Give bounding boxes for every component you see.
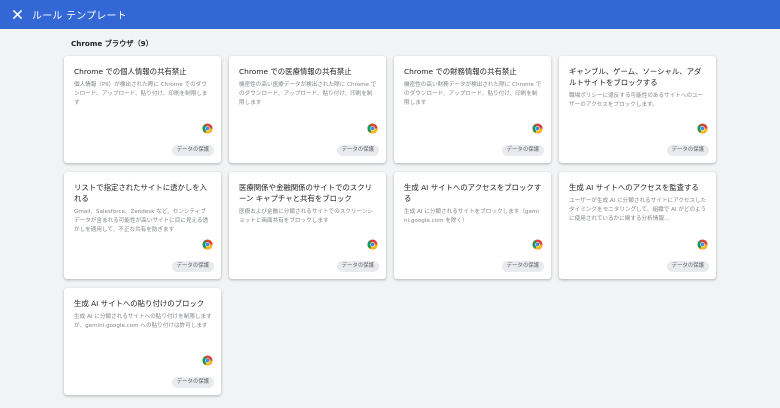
template-card-paste-genai[interactable]: 生成 AI サイトへの貼り付けのブロック 生成 AI に分類されるサイトへの貼り… [64,288,221,395]
chrome-icon [697,239,708,250]
chrome-icon [697,123,708,134]
card-title: Chrome での財務情報の共有禁止 [404,67,517,76]
template-card-watermark[interactable]: リストで指定されたサイトに透かしを入れる Gmail、Salesforce、Ze… [64,172,221,279]
chrome-icon [202,239,213,250]
chrome-icon [202,123,213,134]
card-description: 職場ポリシーに違反する可能性のあるサイトへのユーザーのアクセスをブロックします。 [569,93,704,108]
section-heading: Chrome ブラウザ（9） [71,39,153,48]
card-description: ユーザーが生成 AI に分類されるサイトにアクセスしたタイミングをモニタリングし… [569,198,707,222]
card-title: リストで指定されたサイトに透かしを入れる [74,183,208,203]
page-title: ルール テンプレート [32,11,127,22]
template-card-audit-genai[interactable]: 生成 AI サイトへのアクセスを監査する ユーザーが生成 AI に分類されるサイ… [559,172,716,279]
card-description: 機密性の高い財務データが検出された際に Chrome でのダウンロード、アップロ… [404,82,542,106]
card-title: 医療関係や金融関係のサイトでのスクリーン キャプチャと共有をブロック [239,183,373,203]
category-badge: データの保護 [666,145,709,156]
chrome-icon [367,239,378,250]
template-card-financial[interactable]: Chrome での財務情報の共有禁止 機密性の高い財務データが検出された際に C… [394,56,551,163]
card-title: ギャンブル、ゲーム、ソーシャル、アダルトサイトをブロックする [569,67,702,87]
close-button[interactable] [10,8,24,22]
category-badge: データの保護 [501,145,544,156]
template-card-pii[interactable]: Chrome での個人情報の共有禁止 個人情報（PII）が検出された際に Chr… [64,56,221,163]
category-badge: データの保護 [171,261,214,272]
template-card-screen-capture[interactable]: 医療関係や金融関係のサイトでのスクリーン キャプチャと共有をブロック 医療および… [229,172,386,279]
card-description: 医療および金融に分類されるサイトでのスクリーンショットと画面共有をブロックします [239,209,373,224]
template-card-block-genai[interactable]: 生成 AI サイトへのアクセスをブロックする 生成 AI に分類されるサイトをブ… [394,172,551,279]
category-badge: データの保護 [336,261,379,272]
category-badge: データの保護 [501,261,544,272]
card-description: 個人情報（PII）が検出された際に Chrome でのダウンロード、アップロード… [74,82,208,106]
category-badge: データの保護 [171,377,214,388]
header-bar: ルール テンプレート [0,0,780,29]
card-title: 生成 AI サイトへのアクセスをブロックする [404,183,542,203]
card-title: Chrome での個人情報の共有禁止 [74,67,187,76]
chrome-icon [532,239,543,250]
card-description: 生成 AI に分類されるサイトをブロックします（gemini.google.co… [404,209,539,224]
close-icon [12,10,22,19]
category-badge: データの保護 [336,145,379,156]
category-badge: データの保護 [666,261,709,272]
template-card-block-sites[interactable]: ギャンブル、ゲーム、ソーシャル、アダルトサイトをブロックする 職場ポリシーに違反… [559,56,716,163]
card-description: Gmail、Salesforce、Zendesk など、センシティブ データが含… [74,209,209,233]
card-description: 機密性の高い医療データが検出された際に Chrome でのダウンロード、アップロ… [239,82,377,106]
card-title: 生成 AI サイトへの貼り付けのブロック [74,299,205,308]
category-badge: データの保護 [171,145,214,156]
chrome-icon [202,355,213,366]
card-title: Chrome での医療情報の共有禁止 [239,67,352,76]
card-title: 生成 AI サイトへのアクセスを監査する [569,183,699,192]
chrome-icon [367,123,378,134]
card-description: 生成 AI に分類されるサイトへの貼り付けを制限しますが、gemini.goog… [74,314,212,329]
chrome-icon [532,123,543,134]
template-card-medical[interactable]: Chrome での医療情報の共有禁止 機密性の高い医療データが検出された際に C… [229,56,386,163]
